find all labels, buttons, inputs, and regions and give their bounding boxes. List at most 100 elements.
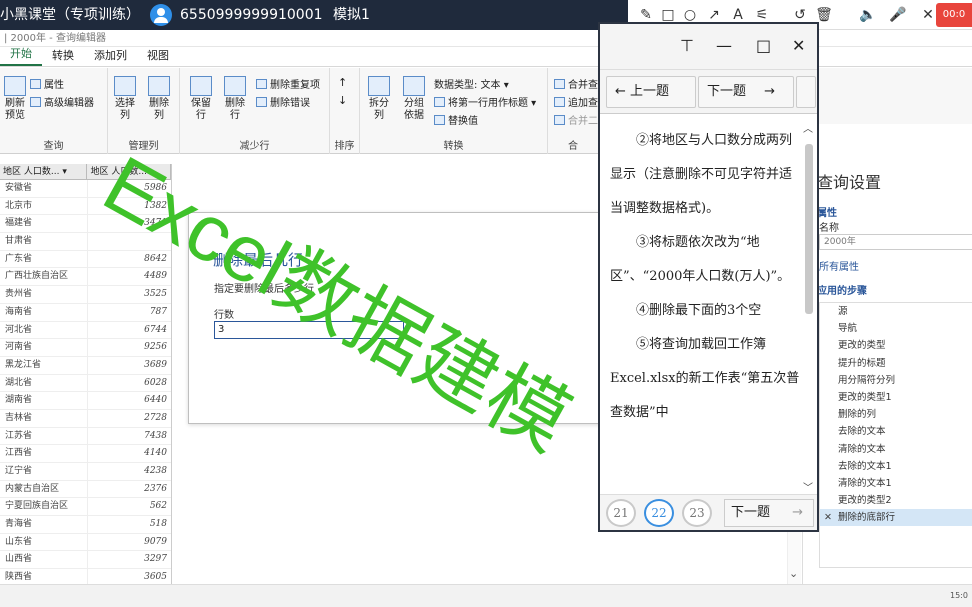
table-row[interactable]: 山东省 9079: [0, 533, 171, 552]
table-row[interactable]: 贵州省 3525: [0, 286, 171, 304]
combine-binaries-button[interactable]: 合并二: [554, 112, 598, 127]
remove-rows-button[interactable]: 删除 行: [222, 76, 248, 122]
region-cell[interactable]: 江西省: [0, 445, 88, 462]
population-cell[interactable]: 3689: [88, 357, 172, 374]
more-nav-button[interactable]: [796, 76, 816, 108]
advanced-editor-button[interactable]: 高级编辑器: [30, 94, 94, 109]
region-cell[interactable]: 黑龙江省: [0, 356, 88, 374]
population-cell[interactable]: 3297: [88, 551, 172, 568]
applied-step[interactable]: 清除的文本1: [820, 475, 972, 492]
query-name-input[interactable]: 2000年: [819, 234, 972, 250]
region-cell[interactable]: 辽宁省: [0, 463, 88, 480]
population-cell[interactable]: 2376: [88, 481, 172, 498]
sort-ascending-icon[interactable]: ↑: [338, 76, 347, 89]
table-row[interactable]: 辽宁省 4238: [0, 463, 171, 481]
population-cell[interactable]: 6028: [88, 375, 172, 392]
chevron-down-icon[interactable]: ﹀: [803, 479, 813, 494]
population-cell[interactable]: 4489: [88, 268, 172, 285]
page-22-button[interactable]: 22: [644, 499, 674, 527]
applied-step[interactable]: 更改的类型1: [820, 389, 972, 406]
table-row[interactable]: 湖北省 6028: [0, 374, 172, 393]
population-cell[interactable]: 6440: [88, 392, 172, 409]
applied-step[interactable]: 清除的文本: [820, 441, 972, 458]
population-cell[interactable]: 562: [88, 498, 172, 515]
population-cell[interactable]: 9256: [88, 339, 172, 356]
sort-descending-icon[interactable]: ↓: [338, 94, 347, 107]
next-question-bottom-button[interactable]: 下一题 →: [724, 499, 814, 527]
region-cell[interactable]: 宁夏回族自治区: [0, 498, 88, 516]
region-cell[interactable]: 山西省: [0, 551, 88, 569]
remove-duplicates-button[interactable]: 删除重复项: [256, 76, 320, 91]
tab-view[interactable]: 视图: [137, 47, 179, 66]
table-row[interactable]: 黑龙江省 3689: [0, 356, 172, 375]
applied-step[interactable]: ✕ 删除的底部行: [820, 509, 972, 527]
applied-step[interactable]: 删除的列: [820, 406, 972, 423]
applied-step[interactable]: 提升的标题: [820, 355, 972, 372]
row-count-input[interactable]: 3: [214, 321, 404, 339]
region-cell[interactable]: 吉林省: [0, 409, 88, 427]
page-21-button[interactable]: 21: [606, 499, 636, 527]
region-cell[interactable]: 北京市: [0, 197, 88, 215]
population-cell[interactable]: 2728: [88, 410, 172, 427]
append-queries-button[interactable]: 追加查: [554, 94, 598, 109]
region-cell[interactable]: 安徽省: [0, 180, 88, 197]
scroll-thumb[interactable]: [805, 144, 813, 314]
table-row[interactable]: 湖南省 6440: [0, 392, 171, 410]
applied-step[interactable]: 去除的文本: [820, 423, 972, 440]
split-column-button[interactable]: 拆分 列: [366, 76, 392, 122]
replace-values-button[interactable]: 替换值: [434, 112, 478, 127]
applied-step[interactable]: 源: [820, 303, 972, 320]
population-cell[interactable]: 3471: [88, 215, 172, 232]
mic-icon[interactable]: 🎤: [888, 5, 908, 25]
tab-add-column[interactable]: 添加列: [84, 47, 137, 66]
next-question-button[interactable]: 下一题 →: [698, 76, 794, 108]
chevron-up-icon[interactable]: ︿: [803, 120, 813, 135]
region-cell[interactable]: 甘肃省: [0, 233, 88, 250]
population-cell[interactable]: 518: [88, 516, 172, 533]
table-row[interactable]: 安徽省 5986: [0, 180, 171, 198]
all-properties-link[interactable]: 所有属性: [819, 258, 859, 273]
table-row[interactable]: 广东省 8642: [0, 250, 172, 269]
refresh-preview-button[interactable]: 刷新 预览: [2, 76, 28, 122]
chevron-down-icon[interactable]: ⌄: [789, 567, 798, 580]
use-first-row-button[interactable]: 将第一行用作标题 ▾: [434, 94, 536, 109]
population-cell[interactable]: 6744: [88, 322, 172, 339]
table-row[interactable]: 内蒙古自治区 2376: [0, 480, 172, 499]
region-cell[interactable]: 山东省: [0, 533, 88, 551]
region-cell[interactable]: 河北省: [0, 321, 88, 339]
population-cell[interactable]: 5986: [88, 180, 172, 197]
previous-question-button[interactable]: ← 上一题: [606, 76, 696, 108]
population-cell[interactable]: 4238: [88, 463, 172, 480]
table-row[interactable]: 河北省 6744: [0, 321, 172, 340]
properties-button[interactable]: 属性: [30, 76, 64, 91]
tab-transform[interactable]: 转换: [42, 47, 84, 66]
applied-step[interactable]: 更改的类型2: [820, 492, 972, 509]
question-scrollbar[interactable]: ︿ ﹀: [803, 116, 815, 494]
table-row[interactable]: 江苏省 7438: [0, 427, 172, 446]
table-row[interactable]: 河南省 9256: [0, 339, 171, 357]
population-cell[interactable]: 4140: [88, 445, 172, 462]
table-row[interactable]: 甘肃省: [0, 233, 171, 251]
remove-errors-button[interactable]: 删除错误: [256, 94, 310, 109]
minimize-icon[interactable]: —: [716, 36, 732, 55]
group-by-button[interactable]: 分组 依据: [400, 76, 428, 122]
population-cell[interactable]: 7438: [88, 428, 172, 445]
page-23-button[interactable]: 23: [682, 499, 712, 527]
choose-columns-button[interactable]: 选择 列: [112, 76, 138, 122]
tab-home[interactable]: 开始: [0, 45, 42, 66]
keep-rows-button[interactable]: 保留 行: [188, 76, 214, 122]
table-row[interactable]: 北京市 1382: [0, 197, 171, 216]
close-icon[interactable]: ✕: [918, 5, 938, 25]
region-cell[interactable]: 内蒙古自治区: [0, 480, 88, 498]
applied-step[interactable]: 更改的类型: [820, 337, 972, 354]
population-cell[interactable]: 787: [88, 304, 172, 321]
applied-step[interactable]: 导航: [820, 320, 972, 337]
table-row[interactable]: 福建省 3471: [0, 215, 172, 234]
data-type-dropdown[interactable]: 数据类型: 文本 ▾: [434, 76, 509, 91]
close-icon[interactable]: ✕: [792, 36, 805, 55]
region-cell[interactable]: 广西壮族自治区: [0, 268, 88, 286]
population-cell[interactable]: 8642: [88, 251, 172, 268]
delete-step-icon[interactable]: ✕: [824, 509, 832, 526]
region-cell[interactable]: 江苏省: [0, 427, 88, 445]
region-cell[interactable]: 青海省: [0, 516, 88, 533]
